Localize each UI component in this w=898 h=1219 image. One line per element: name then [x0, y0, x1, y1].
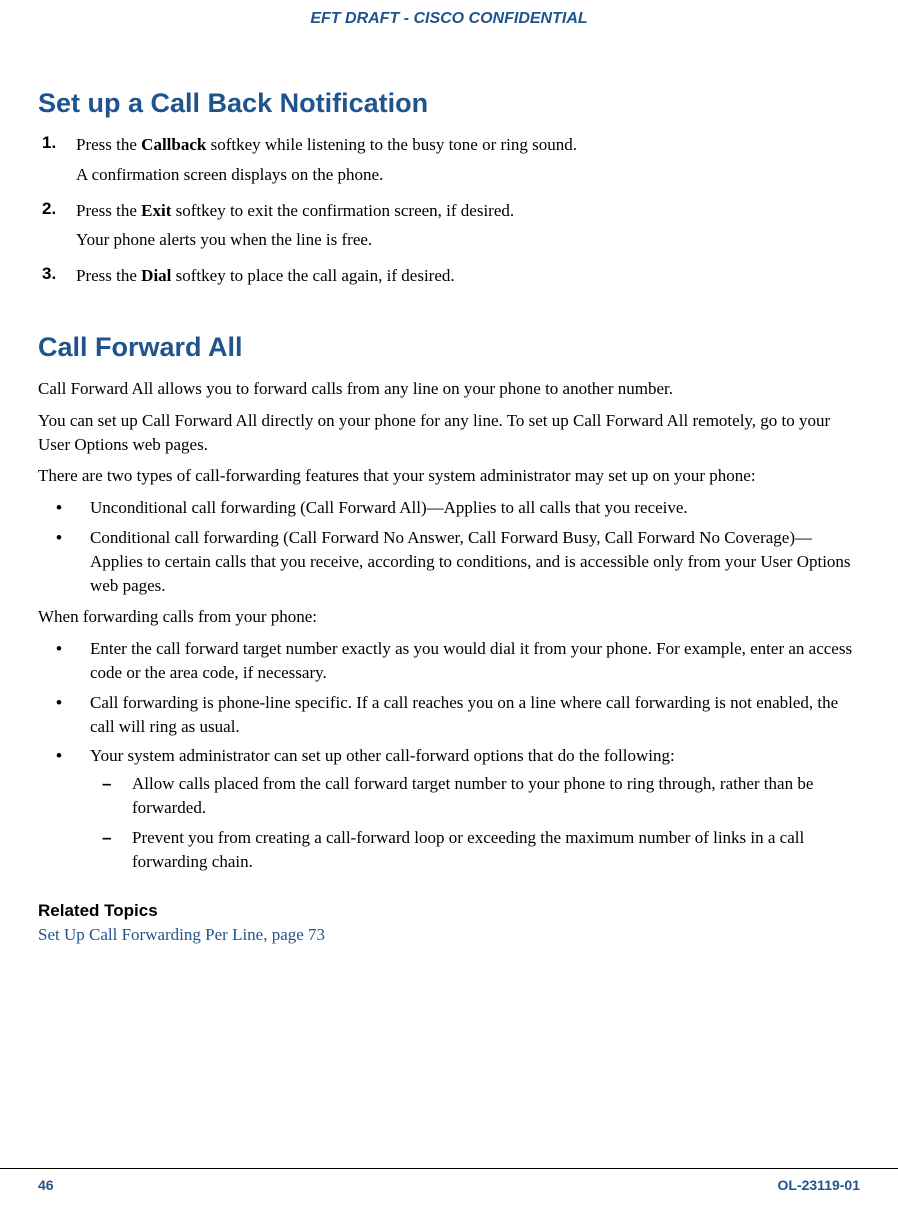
related-topic-link[interactable]: Set Up Call Forwarding Per Line, page 73: [38, 925, 860, 945]
list-item: • Conditional call forwarding (Call Forw…: [38, 526, 860, 597]
dash-icon: –: [90, 826, 132, 874]
confidential-header: EFT DRAFT - CISCO CONFIDENTIAL: [38, 10, 860, 28]
bullet-icon: •: [38, 744, 90, 879]
list-text: Prevent you from creating a call-forward…: [132, 826, 860, 874]
list-item: • Call forwarding is phone-line specific…: [38, 691, 860, 739]
list-item: • Your system administrator can set up o…: [38, 744, 860, 879]
bullet-icon: •: [38, 637, 90, 685]
step-text: softkey while listening to the busy tone…: [206, 135, 577, 154]
step-number: 2.: [38, 199, 76, 259]
step-followup: A confirmation screen displays on the ph…: [76, 163, 860, 187]
step-text: softkey to place the call again, if desi…: [171, 266, 454, 285]
list-text: Unconditional call forwarding (Call Forw…: [90, 496, 860, 520]
list-item: – Allow calls placed from the call forwa…: [90, 772, 860, 820]
dash-list: – Allow calls placed from the call forwa…: [90, 772, 860, 873]
list-text: Allow calls placed from the call forward…: [132, 772, 860, 820]
softkey-name: Callback: [141, 135, 206, 154]
paragraph: Call Forward All allows you to forward c…: [38, 377, 860, 401]
list-text: Your system administrator can set up oth…: [90, 746, 675, 765]
page-footer: 46 OL-23119-01: [0, 1168, 898, 1193]
softkey-name: Dial: [141, 266, 171, 285]
list-text: Enter the call forward target number exa…: [90, 637, 860, 685]
paragraph: You can set up Call Forward All directly…: [38, 409, 860, 457]
step-followup: Your phone alerts you when the line is f…: [76, 228, 860, 252]
dash-icon: –: [90, 772, 132, 820]
step-text: Press the: [76, 266, 141, 285]
step-text: Press the: [76, 135, 141, 154]
step-3: 3. Press the Dial softkey to place the c…: [38, 264, 860, 294]
section-callback: Set up a Call Back Notification 1. Press…: [38, 88, 860, 294]
step-number: 3.: [38, 264, 76, 294]
bullet-icon: •: [38, 526, 90, 597]
bullet-list: • Unconditional call forwarding (Call Fo…: [38, 496, 860, 597]
section-title-forward: Call Forward All: [38, 332, 860, 363]
bullet-icon: •: [38, 691, 90, 739]
bullet-icon: •: [38, 496, 90, 520]
list-text: Call forwarding is phone-line specific. …: [90, 691, 860, 739]
section-title-callback: Set up a Call Back Notification: [38, 88, 860, 119]
softkey-name: Exit: [141, 201, 171, 220]
page-number: 46: [38, 1177, 54, 1193]
list-item: – Prevent you from creating a call-forwa…: [90, 826, 860, 874]
list-item: • Enter the call forward target number e…: [38, 637, 860, 685]
section-call-forward: Call Forward All Call Forward All allows…: [38, 332, 860, 945]
related-topics-heading: Related Topics: [38, 901, 860, 921]
step-1: 1. Press the Callback softkey while list…: [38, 133, 860, 193]
document-id: OL-23119-01: [778, 1177, 861, 1193]
paragraph: There are two types of call-forwarding f…: [38, 464, 860, 488]
step-number: 1.: [38, 133, 76, 193]
list-item: • Unconditional call forwarding (Call Fo…: [38, 496, 860, 520]
step-2: 2. Press the Exit softkey to exit the co…: [38, 199, 860, 259]
list-text: Conditional call forwarding (Call Forwar…: [90, 526, 860, 597]
step-text: Press the: [76, 201, 141, 220]
paragraph: When forwarding calls from your phone:: [38, 605, 860, 629]
step-text: softkey to exit the confirmation screen,…: [171, 201, 514, 220]
bullet-list: • Enter the call forward target number e…: [38, 637, 860, 879]
